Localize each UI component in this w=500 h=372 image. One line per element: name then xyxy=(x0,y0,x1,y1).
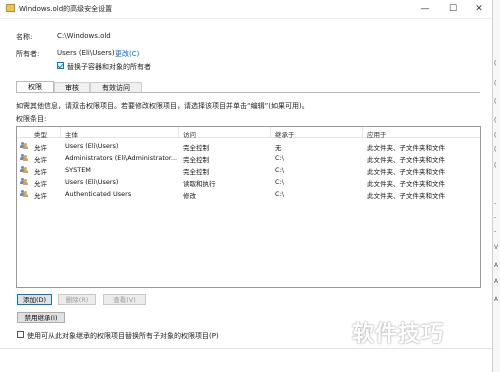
edge-text: - xyxy=(494,228,497,235)
remove-button[interactable]: 删除(R) xyxy=(58,294,96,305)
replace-child-permissions-label: 使用可从此对象继承的权限项目替换所有子对象的权限项目(P) xyxy=(27,332,219,340)
row-principal: Administrators (Eli\Administrator... xyxy=(65,154,178,162)
row-inherited: C:\ xyxy=(275,154,284,162)
table-row[interactable]: 允许 Users (Eli\Users) 完全控制 无 此文件夹、子文件夹和文件 xyxy=(17,141,480,152)
edge-text: A xyxy=(494,262,499,269)
row-type: 允许 xyxy=(34,168,47,176)
view-button[interactable]: 查看(V) xyxy=(103,294,146,305)
footer-divider xyxy=(0,348,492,349)
row-access: 完全控制 xyxy=(183,144,209,152)
users-icon xyxy=(20,166,28,173)
row-inherited: C:\ xyxy=(275,190,284,198)
minimize-button[interactable]: — xyxy=(412,0,438,18)
owner-value: Users (Eli\Users) xyxy=(57,49,115,57)
replace-child-permissions-checkbox[interactable] xyxy=(17,331,24,338)
edge-text: A xyxy=(494,296,499,303)
watermark: 软件技巧 xyxy=(352,322,445,347)
edge-text: ( xyxy=(494,117,497,124)
folder-icon xyxy=(6,4,15,12)
maximize-button[interactable]: ☐ xyxy=(440,0,466,18)
table-row[interactable]: 允许 SYSTEM 完全控制 C:\ 此文件夹、子文件夹和文件 xyxy=(17,165,480,176)
edge-text: ( xyxy=(494,162,497,169)
name-value: C:\Windows.old xyxy=(57,32,111,40)
col-type[interactable]: 类型 xyxy=(34,129,47,139)
edge-text: V xyxy=(494,244,499,251)
table-row[interactable]: 允许 Authenticated Users 修改 C:\ 此文件夹、子文件夹和… xyxy=(17,189,480,200)
permission-entries-list[interactable]: 类型 主体 访问 继承于 应用于 允许 Users (Eli\Users) 完全… xyxy=(16,126,481,288)
entries-label: 权限条目: xyxy=(16,115,47,123)
owner-label: 所有者: xyxy=(16,50,40,58)
replace-owner-label: 替换子容器和对象的所有者 xyxy=(67,63,151,71)
users-icon xyxy=(20,154,28,161)
name-label: 名称: xyxy=(16,33,33,41)
row-access: 修改 xyxy=(183,192,196,200)
users-icon xyxy=(20,178,28,185)
edge-text: - xyxy=(494,214,497,221)
row-inherited: 无 xyxy=(275,144,282,152)
row-applies: 此文件夹、子文件夹和文件 xyxy=(367,156,445,164)
col-inherited[interactable]: 继承于 xyxy=(275,129,295,139)
col-separator[interactable] xyxy=(178,127,179,137)
edge-text: ( xyxy=(494,80,497,87)
row-access: 完全控制 xyxy=(183,168,209,176)
col-separator[interactable] xyxy=(362,127,363,137)
row-type: 允许 xyxy=(34,144,47,152)
row-principal: SYSTEM xyxy=(65,166,91,174)
table-row[interactable]: 允许 Administrators (Eli\Administrator... … xyxy=(17,153,480,164)
tab-auditing[interactable]: 审核 xyxy=(54,82,90,92)
change-owner-link[interactable]: 更改(C) xyxy=(115,49,139,59)
row-type: 允许 xyxy=(34,180,47,188)
list-header: 类型 主体 访问 继承于 应用于 xyxy=(17,127,480,139)
info-text: 如需其他信息，请双击权限项目。若要修改权限项目，请选择该项目并单击“编辑”(如果… xyxy=(16,102,309,110)
col-applies[interactable]: 应用于 xyxy=(367,129,387,139)
users-icon xyxy=(20,142,28,149)
edge-text: - xyxy=(494,200,497,207)
col-access[interactable]: 访问 xyxy=(183,129,196,139)
edge-text: ( xyxy=(494,146,497,153)
users-icon xyxy=(20,190,28,197)
col-separator[interactable] xyxy=(60,127,61,137)
row-type: 允许 xyxy=(34,192,47,200)
row-access: 读取和执行 xyxy=(183,180,216,188)
row-principal: Authenticated Users xyxy=(65,190,132,198)
row-type: 允许 xyxy=(34,156,47,164)
row-principal: Users (Eli\Users) xyxy=(65,178,119,186)
edge-text: ( xyxy=(494,98,497,105)
row-applies: 此文件夹、子文件夹和文件 xyxy=(367,144,445,152)
close-button[interactable]: ✕ xyxy=(466,0,492,18)
tab-divider xyxy=(16,92,480,93)
tab-effective-access[interactable]: 有效访问 xyxy=(90,82,142,92)
col-separator[interactable] xyxy=(270,127,271,137)
replace-owner-checkbox[interactable] xyxy=(57,62,64,69)
title-bar: Windows.old的高级安全设置 — ☐ ✕ xyxy=(0,0,492,19)
row-applies: 此文件夹、子文件夹和文件 xyxy=(367,168,445,176)
row-access: 完全控制 xyxy=(183,156,209,164)
window-title: Windows.old的高级安全设置 xyxy=(19,5,113,13)
table-row[interactable]: 允许 Users (Eli\Users) 读取和执行 C:\ 此文件夹、子文件夹… xyxy=(17,177,480,188)
disable-inheritance-button[interactable]: 禁用继承(I) xyxy=(17,312,65,323)
edge-text: ( xyxy=(494,60,497,67)
row-inherited: C:\ xyxy=(275,178,284,186)
col-principal[interactable]: 主体 xyxy=(65,129,78,139)
row-applies: 此文件夹、子文件夹和文件 xyxy=(367,192,445,200)
background-window-edge: ( ( ( ( ( ( ( - - - V A A A xyxy=(493,0,500,372)
add-button[interactable]: 添加(D) xyxy=(17,294,52,305)
row-principal: Users (Eli\Users) xyxy=(65,142,119,150)
edge-text: A xyxy=(494,278,499,285)
edge-text: ( xyxy=(494,132,497,139)
row-applies: 此文件夹、子文件夹和文件 xyxy=(367,180,445,188)
row-inherited: C:\ xyxy=(275,166,284,174)
